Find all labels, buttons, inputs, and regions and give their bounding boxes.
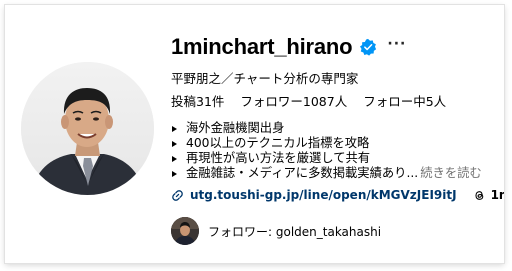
follower-avatar (171, 217, 199, 245)
read-more-link[interactable]: 続きを読む (420, 166, 482, 181)
bio-line: 海外金融機関出身 (171, 121, 482, 136)
profile-stats: 投稿31件 フォロワー1087人 フォロー中5人 (171, 91, 446, 110)
bio-text: 金融雑誌・メディアに多数掲載実績あり... (186, 166, 419, 180)
posts-count: 投稿31件 (171, 94, 225, 109)
profile-full-name: 平野朋之／チャート分析の専門家 (171, 71, 359, 86)
verified-badge-icon (360, 38, 377, 56)
profile-avatar[interactable] (21, 62, 154, 195)
profile-link-url[interactable]: utg.toushi-gp.jp/line/open/kMGVzJEI9itJ (190, 188, 457, 202)
bio-line: 金融雑誌・メディアに多数掲載実績あり... 続きを読む (171, 166, 482, 181)
bio-line: 再現性が高い方法を厳選して共有 (171, 151, 482, 166)
bio-text: 海外金融機関出身 (186, 121, 285, 135)
bullet-icon (172, 155, 177, 162)
avatar-photo (21, 62, 154, 195)
follower-photo (171, 217, 199, 245)
bullet-icon (172, 170, 177, 177)
bio-line: 400以上のテクニカル指標を攻略 (171, 136, 482, 151)
profile-links: utg.toushi-gp.jp/line/open/kMGVzJEI9itJ … (171, 188, 504, 202)
bio-text: 400以上のテクニカル指標を攻略 (186, 136, 370, 150)
followed-by-text: フォロワー: golden_takahashi (208, 224, 382, 239)
bullet-icon (172, 140, 177, 147)
profile-username: 1minchart_hirano (171, 34, 353, 59)
threads-link[interactable]: 1minchart_h (473, 188, 504, 202)
more-options-icon[interactable]: ··· (387, 36, 406, 52)
bio-text: 再現性が高い方法を厳選して共有 (186, 151, 371, 165)
threads-handle: 1minchart_h (490, 188, 504, 202)
bullet-icon (172, 125, 177, 132)
threads-icon (475, 190, 483, 200)
username-row: 1minchart_hirano ··· (171, 32, 406, 62)
followed-by[interactable]: フォロワー: golden_takahashi (171, 217, 381, 245)
followers-count[interactable]: フォロワー1087人 (240, 91, 347, 110)
following-count[interactable]: フォロー中5人 (363, 91, 446, 110)
profile-bio: 海外金融機関出身 400以上のテクニカル指標を攻略 再現性が高い方法を厳選して共… (171, 121, 482, 181)
profile-header: 1minchart_hirano ··· 平野朋之／チャート分析の専門家 投稿3… (5, 5, 504, 263)
link-icon (172, 189, 183, 201)
